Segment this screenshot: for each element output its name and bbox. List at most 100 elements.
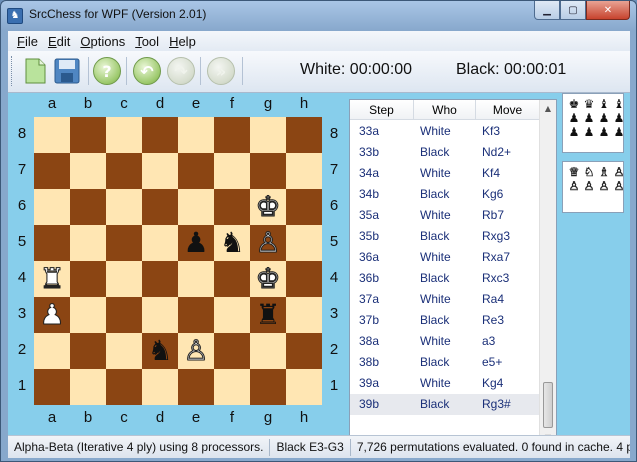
move-row[interactable]: 36a White Rxa7: [350, 247, 540, 268]
square-e6[interactable]: [178, 189, 214, 225]
scroll-up-icon[interactable]: ▲: [540, 100, 556, 117]
square-d3[interactable]: [142, 297, 178, 333]
chess-piece-icon[interactable]: ♚: [255, 261, 281, 297]
square-h5[interactable]: [286, 225, 322, 261]
square-b8[interactable]: [70, 117, 106, 153]
square-g5[interactable]: ♙: [250, 225, 286, 261]
close-button[interactable]: ✕: [586, 1, 630, 20]
square-g2[interactable]: [250, 333, 286, 369]
move-row[interactable]: 34b Black Kg6: [350, 184, 540, 205]
save-game-button[interactable]: [52, 56, 82, 86]
chess-piece-icon[interactable]: ♜: [39, 261, 65, 297]
square-a8[interactable]: [34, 117, 70, 153]
square-a6[interactable]: [34, 189, 70, 225]
square-g7[interactable]: [250, 153, 286, 189]
square-c6[interactable]: [106, 189, 142, 225]
square-h6[interactable]: [286, 189, 322, 225]
move-row[interactable]: 39a White Kg4: [350, 373, 540, 394]
minimize-button[interactable]: ▁: [534, 1, 560, 20]
move-row[interactable]: 33a White Kf3: [350, 121, 540, 142]
square-f2[interactable]: [214, 333, 250, 369]
move-row[interactable]: 37b Black Re3: [350, 310, 540, 331]
menu-edit[interactable]: Edit: [43, 34, 75, 49]
square-d5[interactable]: [142, 225, 178, 261]
square-a1[interactable]: [34, 369, 70, 405]
move-row[interactable]: 39b Black Rg3#: [350, 394, 540, 415]
square-g4[interactable]: ♚: [250, 261, 286, 297]
square-e8[interactable]: [178, 117, 214, 153]
square-g3[interactable]: ♜: [250, 297, 286, 333]
square-d6[interactable]: [142, 189, 178, 225]
chess-piece-icon[interactable]: ♞: [147, 333, 172, 369]
square-b5[interactable]: [70, 225, 106, 261]
menu-file[interactable]: File: [12, 34, 43, 49]
hint-button[interactable]: ?: [92, 56, 122, 86]
square-e2[interactable]: ♙: [178, 333, 214, 369]
square-f3[interactable]: [214, 297, 250, 333]
square-g6[interactable]: ♚: [250, 189, 286, 225]
square-d2[interactable]: ♞: [142, 333, 178, 369]
chess-piece-icon[interactable]: ♟: [183, 225, 208, 261]
square-d7[interactable]: [142, 153, 178, 189]
move-list-scrollbar[interactable]: ▲ ▼: [539, 100, 556, 446]
square-c1[interactable]: [106, 369, 142, 405]
move-row[interactable]: 38b Black e5+: [350, 352, 540, 373]
chess-piece-icon[interactable]: ♚: [255, 189, 281, 225]
square-d8[interactable]: [142, 117, 178, 153]
move-row[interactable]: 38a White a3: [350, 331, 540, 352]
square-c3[interactable]: [106, 297, 142, 333]
chess-piece-icon[interactable]: ♙: [183, 333, 209, 369]
square-f1[interactable]: [214, 369, 250, 405]
chess-piece-icon[interactable]: ♟: [39, 297, 65, 333]
square-e5[interactable]: ♟: [178, 225, 214, 261]
maximize-button[interactable]: ▢: [560, 1, 586, 20]
square-d1[interactable]: [142, 369, 178, 405]
move-row[interactable]: 36b Black Rxc3: [350, 268, 540, 289]
move-list[interactable]: Step Who Move 33a White Kf3 33b Black Nd2+ 34a…: [349, 99, 557, 447]
chess-piece-icon[interactable]: ♙: [255, 225, 281, 261]
square-f5[interactable]: ♞: [214, 225, 250, 261]
square-g8[interactable]: [250, 117, 286, 153]
square-b2[interactable]: [70, 333, 106, 369]
square-f7[interactable]: [214, 153, 250, 189]
square-h8[interactable]: [286, 117, 322, 153]
square-b3[interactable]: [70, 297, 106, 333]
column-header-step[interactable]: Step: [350, 100, 414, 119]
square-e3[interactable]: [178, 297, 214, 333]
menu-help[interactable]: Help: [164, 34, 201, 49]
square-b6[interactable]: [70, 189, 106, 225]
square-e1[interactable]: [178, 369, 214, 405]
square-h4[interactable]: [286, 261, 322, 297]
square-a5[interactable]: [34, 225, 70, 261]
square-f8[interactable]: [214, 117, 250, 153]
square-c2[interactable]: [106, 333, 142, 369]
square-a7[interactable]: [34, 153, 70, 189]
move-row[interactable]: 34a White Kf4: [350, 163, 540, 184]
menu-tool[interactable]: Tool: [130, 34, 164, 49]
toolbar-grip[interactable]: [11, 56, 14, 86]
chess-piece-icon[interactable]: ♜: [255, 297, 280, 333]
square-c8[interactable]: [106, 117, 142, 153]
square-a2[interactable]: [34, 333, 70, 369]
square-b4[interactable]: [70, 261, 106, 297]
redo-button[interactable]: ↷: [166, 56, 196, 86]
move-row[interactable]: 35a White Rb7: [350, 205, 540, 226]
square-b1[interactable]: [70, 369, 106, 405]
square-h1[interactable]: [286, 369, 322, 405]
square-h3[interactable]: [286, 297, 322, 333]
square-a4[interactable]: ♜: [34, 261, 70, 297]
square-b7[interactable]: [70, 153, 106, 189]
move-row[interactable]: 33b Black Nd2+: [350, 142, 540, 163]
square-a3[interactable]: ♟: [34, 297, 70, 333]
square-h2[interactable]: [286, 333, 322, 369]
scroll-thumb[interactable]: [543, 382, 553, 428]
move-row[interactable]: 35b Black Rxg3: [350, 226, 540, 247]
square-e7[interactable]: [178, 153, 214, 189]
square-c7[interactable]: [106, 153, 142, 189]
square-c5[interactable]: [106, 225, 142, 261]
square-c4[interactable]: [106, 261, 142, 297]
square-h7[interactable]: [286, 153, 322, 189]
square-f4[interactable]: [214, 261, 250, 297]
menu-options[interactable]: Options: [75, 34, 130, 49]
undo-button[interactable]: ↶: [132, 56, 162, 86]
